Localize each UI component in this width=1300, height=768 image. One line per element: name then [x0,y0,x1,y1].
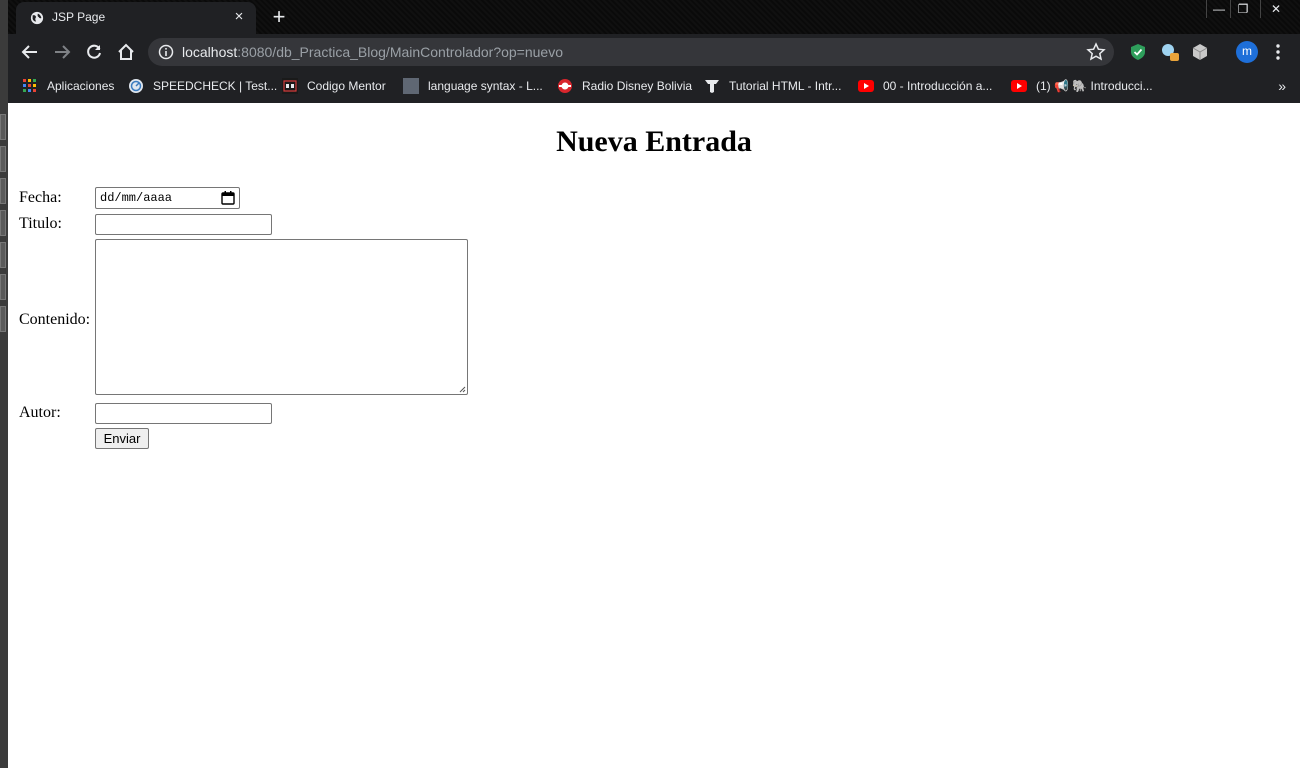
page-content: Nueva Entrada Fecha: dd/mm/aaaa Titulo: … [8,103,1300,768]
bookmark-language-syntax[interactable]: language syntax - L... [403,76,543,96]
info-icon[interactable] [158,44,174,60]
reload-icon [87,44,101,59]
tab-jsp-page[interactable]: JSP Page × [16,2,256,34]
profile-avatar[interactable]: m [1236,41,1258,63]
calendar-icon[interactable] [221,191,235,205]
shield-extension-icon[interactable] [1128,42,1148,62]
desktop-edge-mark [0,210,6,236]
reload-button[interactable] [82,40,106,64]
tab-close-icon[interactable]: × [230,8,248,26]
bookmark-youtube-introduccion[interactable]: (1) 📢 🐘 Introducci... [1011,76,1153,96]
bookmark-label: Aplicaciones [47,79,115,93]
bookmark-aplicaciones[interactable]: Aplicaciones [22,76,114,96]
restore-button[interactable]: ❐ [1230,0,1255,18]
bookmark-label: SPEEDCHECK | Test... [153,79,278,93]
more-menu-icon[interactable] [1270,42,1286,62]
desktop-edge-mark [0,146,6,172]
desktop-edge-mark [0,178,6,204]
titulo-input[interactable] [95,214,272,235]
url-text: localhost:8080/db_Practica_Blog/MainCont… [182,44,563,60]
bookmark-label: Tutorial HTML - Intr... [729,79,842,93]
fecha-label: Fecha: [19,189,62,206]
enviar-button[interactable]: Enviar [95,428,149,449]
page-icon [403,78,419,94]
speedcheck-icon [129,79,143,93]
browser-toolbar: localhost:8080/db_Practica_Blog/MainCont… [8,34,1300,70]
desktop-edge-mark [0,274,6,300]
bookmark-label: Codigo Mentor [307,79,386,93]
arrow-left-icon [21,45,37,59]
fecha-placeholder: dd/mm/aaaa [100,191,173,205]
bookmark-speedcheck[interactable]: SPEEDCHECK | Test... [128,76,277,96]
bookmark-radio-disney[interactable]: Radio Disney Bolivia [557,76,692,96]
bookmark-label: 00 - Introducción a... [883,79,993,93]
forward-button[interactable] [50,40,74,64]
autor-label: Autor: [19,404,61,421]
more-bookmarks-button[interactable]: » [1278,78,1286,94]
desktop-edge-mark [0,306,6,332]
bookmark-tutorial-html[interactable]: Tutorial HTML - Intr... [704,76,841,96]
bookmark-star-icon[interactable] [1086,42,1106,62]
youtube-icon [858,80,874,92]
browser-window: JSP Page × + — ❐ ✕ localhost:8080/db_Pra… [8,0,1300,768]
tab-title: JSP Page [52,10,106,24]
apps-grid-icon [23,79,36,92]
bookmark-label: Radio Disney Bolivia [582,79,693,93]
fecha-date-input[interactable]: dd/mm/aaaa [95,187,240,209]
codigo-mentor-icon [282,78,298,94]
tab-strip: JSP Page × + — ❐ ✕ [8,0,1300,34]
titulo-label: Titulo: [19,215,62,232]
chat-extension-icon[interactable] [1160,42,1180,62]
address-bar[interactable]: localhost:8080/db_Practica_Blog/MainCont… [148,38,1114,66]
contenido-textarea[interactable] [95,239,468,395]
url-path: :8080/db_Practica_Blog/MainControlador?o… [237,44,563,60]
tutorial-icon [705,80,719,93]
home-button[interactable] [114,40,138,64]
desktop-edge-mark [0,114,6,140]
desktop-edge-mark [0,242,6,268]
radio-icon [558,79,572,93]
url-host: localhost [182,44,238,60]
new-tab-button[interactable]: + [266,4,292,30]
home-icon [118,43,134,60]
page-title: Nueva Entrada [556,125,752,158]
bookmark-youtube-intro[interactable]: 00 - Introducción a... [858,76,992,96]
desktop-edge [0,0,8,768]
globe-icon [30,11,44,25]
youtube-icon [1011,80,1027,92]
autor-input[interactable] [95,403,272,424]
cube-extension-icon[interactable] [1190,42,1210,62]
minimize-button[interactable]: — [1206,0,1231,18]
arrow-right-icon [55,45,71,59]
back-button[interactable] [18,40,42,64]
bookmarks-bar: Aplicaciones SPEEDCHECK | Test... Codigo… [8,70,1300,104]
close-window-button[interactable]: ✕ [1260,0,1291,18]
contenido-label: Contenido: [19,311,91,328]
bookmark-label: language syntax - L... [428,79,543,93]
bookmark-label: (1) 📢 🐘 Introducci... [1036,79,1153,93]
bookmark-codigo-mentor[interactable]: Codigo Mentor [282,76,386,96]
resize-grip-icon[interactable] [459,386,466,393]
